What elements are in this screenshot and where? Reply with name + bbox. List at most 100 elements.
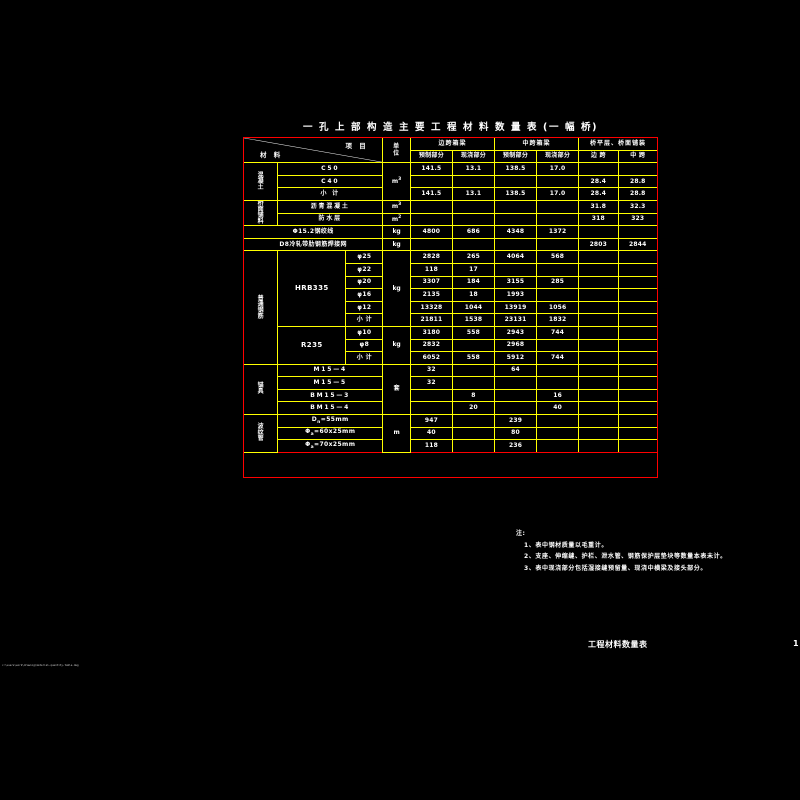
header-material-label: 材 料: [260, 150, 283, 159]
row-label: Φa=70x25mm: [277, 439, 384, 453]
cell-value: [493, 237, 538, 252]
cell-value: [578, 262, 619, 277]
cell-value: [617, 313, 659, 327]
row-unit: m2: [382, 212, 411, 227]
cell-value: 32.3: [617, 199, 659, 214]
row-label: φ16: [345, 288, 384, 302]
cell-value: [617, 376, 659, 390]
cell-value: 285: [536, 275, 580, 290]
cell-value: 138.5: [493, 187, 538, 201]
cell-value: [493, 376, 538, 390]
row-label: φ8: [345, 338, 384, 353]
cell-value: 2943: [493, 325, 538, 340]
cell-value: 28.8: [617, 174, 659, 189]
cell-value: 686: [451, 225, 496, 239]
cell-value: [617, 363, 659, 378]
cell-value: 32: [409, 363, 453, 378]
table-row: 锚具 M15—4 套 32 64: [242, 363, 659, 416]
cell-value: 568: [536, 250, 580, 264]
cell-value: [578, 300, 619, 315]
cell-value: [493, 199, 538, 214]
row-unit: kg: [382, 250, 411, 327]
cell-value: [451, 199, 496, 214]
cell-value: 184: [451, 275, 496, 290]
page-title: 一 孔 上 部 构 造 主 要 工 程 材 料 数 量 表 (一 幅 桥): [302, 122, 599, 133]
cell-value: [578, 313, 619, 327]
table-row: 防水层 m2 318 323: [244, 212, 659, 227]
row-label: M15—4: [277, 363, 384, 378]
cell-value: [617, 225, 659, 239]
row-label: C50: [277, 162, 384, 176]
header-item-label: 项 目: [345, 142, 369, 150]
cell-value: 1056: [536, 300, 580, 315]
cell-value: [617, 250, 659, 264]
cell-value: 13.1: [451, 162, 496, 176]
row-unit: 套: [382, 363, 411, 416]
cell-value: [409, 237, 453, 252]
cell-value: [409, 212, 453, 227]
section-label: 波纹管: [242, 414, 279, 453]
cell-value: 3155: [493, 275, 538, 290]
row-unit: kg: [382, 225, 411, 239]
row-label: 小 计: [345, 313, 384, 327]
rebar-grade-label: HRB335: [277, 250, 347, 327]
cell-value: 2135: [409, 288, 453, 302]
table-row: Φa=60x25mm 40 80: [244, 426, 659, 441]
cell-value: [578, 363, 619, 378]
cell-value: 1832: [536, 313, 580, 327]
cell-value: [536, 363, 580, 378]
cell-value: [617, 414, 659, 428]
cell-value: 744: [536, 351, 580, 365]
cell-value: 265: [451, 250, 496, 264]
cell-value: [617, 439, 659, 453]
row-label: Φ15.2钢绞线: [242, 225, 384, 239]
header-unit-cell: 单位: [382, 136, 411, 164]
header-sub-1-2: 现浇部分: [451, 149, 496, 164]
cell-value: 141.5: [409, 187, 453, 201]
header-sub-1-1: 预制部分: [409, 149, 453, 164]
cell-value: [578, 376, 619, 390]
material-quantity-table: 项 目材 料单位边跨箱梁 中跨箱梁 桥平层、桥面铺装 预制部分 现浇部分 预制部分 现浇部分…: [242, 136, 659, 453]
cell-value: 28.4: [578, 174, 619, 189]
cell-value: [451, 376, 496, 390]
cell-value: 21811: [409, 313, 453, 327]
header-group-2: 中跨箱梁: [493, 137, 580, 151]
header-sub-3-1: 边 跨: [578, 149, 619, 164]
cell-value: 28.8: [617, 187, 659, 201]
cell-value: [536, 376, 580, 390]
row-label: Φa=60x25mm: [277, 426, 384, 441]
cell-value: 1372: [536, 225, 580, 239]
cell-value: 1538: [451, 313, 496, 327]
cell-value: 2828: [409, 250, 453, 264]
header-group-1: 边跨箱梁: [409, 137, 496, 151]
table-row: Φ15.2钢绞线 kg 4800 686 4348 1372: [242, 225, 659, 239]
header-sub-3-2: 中 跨: [617, 149, 659, 164]
rebar-grade-label: R235: [277, 325, 347, 365]
cell-value: [409, 388, 453, 403]
cell-value: [536, 199, 580, 214]
table-row: M15—5 32: [244, 376, 659, 390]
cell-value: [536, 439, 580, 453]
cell-value: [617, 426, 659, 441]
cell-value: [536, 174, 580, 189]
cell-value: [493, 262, 538, 277]
section-label: 混凝土: [242, 162, 279, 201]
note-line-2: 2、支座、伸缩缝、护栏、泄水管、钢筋保护层垫块等数量本表未计。: [524, 553, 727, 560]
cell-value: 3307: [409, 275, 453, 290]
cell-value: 13919: [493, 300, 538, 315]
cell-value: 141.5: [409, 162, 453, 176]
cell-value: 118: [409, 262, 453, 277]
cell-value: 80: [493, 426, 538, 441]
table-row: BM15—4 20 40: [244, 401, 659, 416]
cell-value: [493, 388, 538, 403]
cell-value: 4064: [493, 250, 538, 264]
section-label: 桥面铺料: [242, 199, 279, 227]
cell-value: [578, 351, 619, 365]
cell-value: 323: [617, 212, 659, 227]
cell-value: 3180: [409, 325, 453, 340]
table-header-row-1: 项 目材 料单位边跨箱梁 中跨箱梁 桥平层、桥面铺装: [242, 136, 658, 164]
row-label: BM15—4: [277, 401, 384, 416]
cell-value: 17: [451, 262, 496, 277]
cell-value: 744: [536, 325, 580, 340]
table-row: 普通钢筋 HRB335 φ25 kg 2828 265 4064 568: [242, 250, 659, 365]
